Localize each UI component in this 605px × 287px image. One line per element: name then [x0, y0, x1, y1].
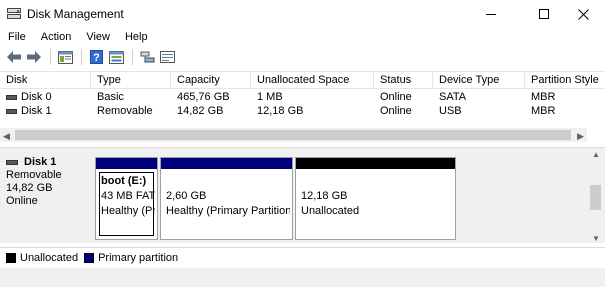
toolbar-separator — [50, 49, 51, 65]
toolbar-separator — [132, 49, 133, 65]
window-title: Disk Management — [27, 7, 124, 21]
column-header-capacity[interactable]: Capacity — [171, 72, 251, 89]
connect-icon — [140, 51, 154, 63]
cell-disk: Disk 0 — [21, 91, 52, 103]
partition-label: boot (E:) — [101, 175, 147, 187]
cell-capacity: 465,76 GB — [177, 91, 230, 103]
cell-unallocated: 12,18 GB — [257, 105, 304, 117]
table-row[interactable]: Disk 1 Removable 14,82 GB 12,18 GB Onlin… — [0, 104, 605, 118]
partition-color-bar — [161, 158, 292, 169]
partition-detail: 2,60 GB — [166, 190, 207, 202]
column-header-type[interactable]: Type — [91, 72, 171, 89]
properties-icon — [57, 50, 73, 64]
menu-action[interactable]: Action — [33, 31, 79, 43]
cell-status: Online — [380, 91, 412, 103]
column-header-status[interactable]: Status — [374, 72, 433, 89]
cell-partition-style: MBR — [531, 105, 556, 117]
table-header: Disk Type Capacity Unallocated Space Sta… — [0, 71, 605, 89]
disk-icon — [6, 159, 18, 165]
menu-bar: File Action View Help — [0, 28, 605, 46]
cell-partition-style: MBR — [531, 91, 556, 103]
partition-color-bar — [96, 158, 157, 169]
menu-file[interactable]: File — [0, 31, 33, 43]
scroll-left-icon[interactable]: ◀ — [3, 131, 10, 142]
table-row[interactable]: Disk 0 Basic 465,76 GB 1 MB Online SATA … — [0, 90, 605, 104]
disk-icon — [6, 94, 17, 100]
settings-button[interactable] — [107, 48, 125, 66]
partition-color-bar — [296, 158, 455, 169]
back-icon — [7, 51, 21, 63]
cell-device-type: USB — [439, 105, 462, 117]
forward-icon — [27, 51, 41, 63]
partition-boot[interactable]: boot (E:) 43 MB FAT: Healthy (Pri — [95, 157, 158, 240]
forward-button[interactable] — [25, 48, 43, 66]
horizontal-scrollbar[interactable]: ◀ ▶ — [0, 128, 587, 142]
partition-status: Healthy (Primary Partition) — [166, 205, 290, 217]
cell-capacity: 14,82 GB — [177, 105, 224, 117]
partition-detail: 43 MB FAT: — [101, 190, 155, 202]
partition-status: Healthy (Pri — [101, 205, 155, 217]
cell-device-type: SATA — [439, 91, 467, 103]
disk-type: Removable — [6, 169, 62, 181]
toolbar-separator — [81, 49, 82, 65]
scroll-right-icon[interactable]: ▶ — [577, 131, 584, 142]
disk-graphical-view: Disk 1 Removable 14,82 GB Online boot (E… — [0, 150, 587, 243]
column-header-partition-style[interactable]: Partition Style — [525, 72, 605, 89]
list-view-icon — [159, 51, 175, 63]
disk-name: Disk 1 — [24, 156, 57, 168]
list-view-button[interactable] — [158, 48, 176, 66]
menu-help[interactable]: Help — [117, 31, 155, 43]
minimize-button[interactable] — [468, 0, 514, 28]
disk-info-panel[interactable]: Disk 1 Removable 14,82 GB Online — [6, 155, 90, 238]
scroll-up-icon[interactable]: ▲ — [592, 150, 600, 159]
status-bar — [0, 268, 605, 287]
title-bar: Disk Management — [0, 0, 605, 28]
settings-icon — [108, 50, 124, 64]
cell-unallocated: 1 MB — [257, 91, 283, 103]
legend-swatch-unallocated — [6, 252, 16, 263]
cell-type: Removable — [97, 105, 153, 117]
legend-label: Primary partition — [98, 251, 179, 264]
minimize-icon — [486, 13, 496, 15]
disk-size: 14,82 GB — [6, 182, 53, 194]
menu-view[interactable]: View — [78, 31, 117, 43]
column-header-unallocated[interactable]: Unallocated Space — [251, 72, 374, 89]
scrollbar-thumb[interactable] — [590, 185, 601, 210]
legend: Unallocated Primary partition — [0, 247, 605, 267]
column-header-disk[interactable]: Disk — [0, 72, 91, 89]
scroll-down-icon[interactable]: ▼ — [592, 234, 600, 243]
cell-status: Online — [380, 105, 412, 117]
cell-disk: Disk 1 — [21, 105, 52, 117]
help-button[interactable]: ? — [87, 48, 105, 66]
scrollbar-thumb[interactable] — [15, 130, 571, 140]
disk-status: Online — [6, 195, 38, 207]
properties-button[interactable] — [56, 48, 74, 66]
connect-button[interactable] — [138, 48, 156, 66]
back-button[interactable] — [5, 48, 23, 66]
partition-primary[interactable]: 2,60 GB Healthy (Primary Partition) — [160, 157, 293, 240]
column-header-device-type[interactable]: Device Type — [433, 72, 525, 89]
disk-icon — [6, 108, 17, 114]
disk-management-icon — [7, 8, 21, 20]
close-icon — [577, 8, 589, 20]
cell-type: Basic — [97, 91, 124, 103]
svg-text:?: ? — [93, 52, 100, 64]
vertical-scrollbar[interactable]: ▲ ▼ — [587, 150, 605, 243]
toolbar: ? — [0, 46, 605, 68]
partition-detail: 12,18 GB — [301, 190, 348, 202]
partition-status: Unallocated — [301, 205, 360, 217]
maximize-icon — [539, 9, 549, 19]
legend-swatch-primary — [84, 252, 95, 263]
legend-label: Unallocated — [20, 251, 79, 264]
close-button[interactable] — [560, 0, 605, 28]
help-icon: ? — [89, 50, 103, 64]
partition-unallocated[interactable]: 12,18 GB Unallocated — [295, 157, 456, 240]
